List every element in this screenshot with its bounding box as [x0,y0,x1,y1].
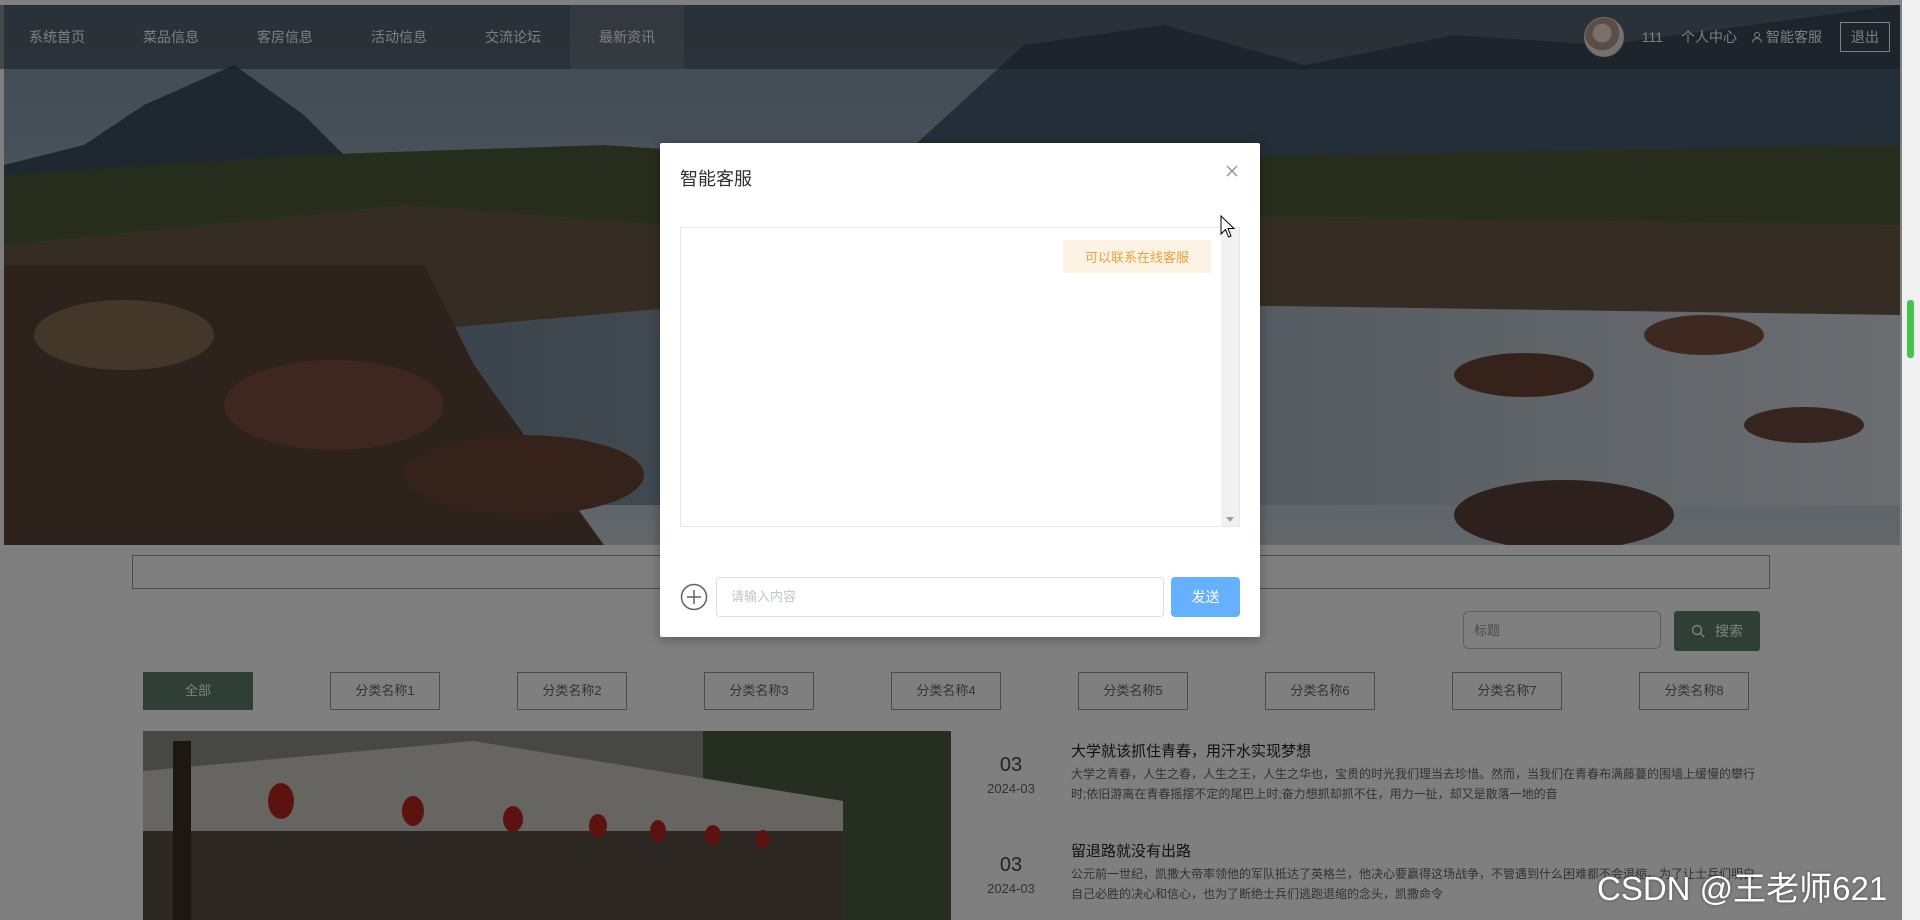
chevron-down-icon[interactable] [1226,517,1234,522]
add-circle-icon[interactable] [680,583,708,611]
smart-service-dialog: 智能客服 可以联系在线客服 请输入内容 发送 [660,143,1260,637]
chat-history[interactable]: 可以联系在线客服 [680,227,1240,527]
watermark: CSDN @王老师621 [1597,870,1888,907]
chat-message: 可以联系在线客服 [1062,240,1211,273]
send-button[interactable]: 发送 [1171,577,1240,617]
page-scrollbar[interactable] [1902,0,1920,920]
chat-scrollbar[interactable] [1221,228,1239,526]
mouse-cursor-icon [1220,215,1236,238]
dialog-title: 智能客服 [680,169,752,189]
message-input[interactable]: 请输入内容 [716,577,1164,617]
close-icon[interactable] [1224,163,1240,179]
scrollbar-thumb[interactable] [1907,300,1914,358]
